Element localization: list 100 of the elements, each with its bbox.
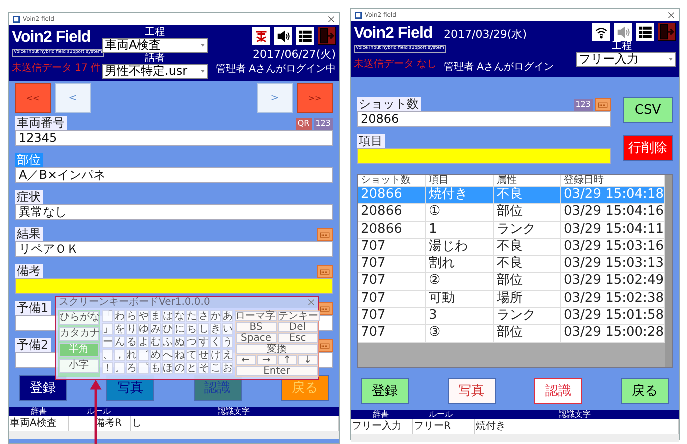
keyboard-key[interactable]: は: [162, 310, 173, 322]
mode-key[interactable]: カタカナ: [59, 327, 99, 341]
keyboard-key[interactable]: り: [126, 323, 137, 335]
action-button[interactable]: 登録: [19, 375, 67, 401]
keyboard-key[interactable]: ↓: [298, 355, 318, 365]
keyboard-key[interactable]: ろ: [126, 362, 137, 374]
keyboard-key[interactable]: →: [256, 355, 276, 365]
keyboard-key[interactable]: 「: [102, 310, 113, 322]
close-icon[interactable]: [668, 12, 675, 18]
text-field[interactable]: 異常なし: [15, 204, 333, 220]
action-button[interactable]: 戻る: [620, 378, 669, 404]
table-row[interactable]: 707 3 ランク 03/29 15:01:58: [358, 308, 665, 326]
table-row[interactable]: 707 割れ 不良 03/29 15:03:13: [358, 256, 665, 274]
keyboard-key[interactable]: ほ: [162, 362, 173, 374]
keyboard-key[interactable]: か: [210, 310, 221, 322]
toolbar-button[interactable]: [592, 23, 610, 41]
keyboard-key[interactable]: わ: [114, 310, 125, 322]
text-field[interactable]: [15, 278, 333, 294]
keyboard-key[interactable]: つ: [186, 336, 197, 348]
keyboard-key[interactable]: さ: [198, 310, 209, 322]
action-button[interactable]: 認識: [534, 378, 582, 404]
text-field[interactable]: 20866: [357, 111, 611, 127]
keyboard-key[interactable]: ，: [114, 349, 125, 361]
keyboard-key[interactable]: そ: [198, 362, 209, 374]
keyboard-key[interactable]: ぬ: [174, 336, 185, 348]
keyboard-key[interactable]: よ: [138, 336, 149, 348]
toolbar-button[interactable]: [274, 27, 292, 45]
dropdown[interactable]: 男性不特定.usr: [102, 64, 208, 79]
mode-key[interactable]: ひらがな: [59, 311, 99, 325]
mode-key[interactable]: 小字: [59, 359, 99, 373]
keyboard-key[interactable]: み: [150, 323, 161, 335]
keyboard-key[interactable]: け: [210, 349, 221, 361]
keyboard-key[interactable]: 変換: [236, 344, 318, 354]
keyboard-key[interactable]: ローマ字: [234, 311, 276, 321]
keyboard-key[interactable]: Space: [236, 333, 276, 343]
keyboard-key[interactable]: ゆ: [138, 323, 149, 335]
keyboard-key[interactable]: え: [222, 349, 233, 361]
keyboard-key[interactable]: し: [198, 323, 209, 335]
keyboard-key[interactable]: ん: [114, 336, 125, 348]
keyboard-key[interactable]: す: [198, 336, 209, 348]
keyboard-key[interactable]: ゜: [138, 362, 149, 374]
keyboard-key[interactable]: れ: [126, 349, 137, 361]
keyboard-key[interactable]: く: [210, 336, 221, 348]
keyboard-key[interactable]: ち: [186, 323, 197, 335]
keyboard-key[interactable]: 。: [114, 362, 125, 374]
keyboard-key[interactable]: に: [174, 323, 185, 335]
keyboard-key[interactable]: や: [138, 310, 149, 322]
keyboard-key[interactable]: ！: [102, 362, 113, 374]
keyboard-key[interactable]: な: [174, 310, 185, 322]
toolbar-button[interactable]: [636, 23, 654, 41]
text-field[interactable]: [357, 148, 611, 164]
keyboard-key[interactable]: こ: [210, 362, 221, 374]
keyboard-key[interactable]: ひ: [162, 323, 173, 335]
keyboard-key[interactable]: む: [150, 336, 161, 348]
keyboard-key[interactable]: Enter: [236, 366, 318, 376]
dropdown[interactable]: フリー入力: [576, 52, 676, 67]
action-button[interactable]: 登録: [361, 378, 409, 404]
keyboard-key[interactable]: ら: [126, 310, 137, 322]
keyboard-key[interactable]: ま: [150, 310, 161, 322]
keyboard-key[interactable]: た: [186, 310, 197, 322]
keyboard-key[interactable]: の: [174, 362, 185, 374]
keyboard-key[interactable]: て: [186, 349, 197, 361]
close-icon[interactable]: [328, 16, 335, 22]
keyboard-key[interactable]: い: [222, 323, 233, 335]
keyboard-key[interactable]: う: [222, 336, 233, 348]
keyboard-key[interactable]: ふ: [162, 336, 173, 348]
keyboard-key[interactable]: 、: [102, 349, 113, 361]
action-button[interactable]: 写真: [448, 378, 496, 404]
table-row[interactable]: 707 可動 場所 03/29 15:02:38: [358, 290, 665, 308]
dropdown[interactable]: 車両A検査: [102, 38, 208, 53]
keyboard-key[interactable]: ゛: [138, 349, 149, 361]
action-button[interactable]: 行削除: [623, 135, 673, 161]
keyboard-key[interactable]: め: [150, 349, 161, 361]
keyboard-key[interactable]: お: [222, 362, 233, 374]
keyboard-button[interactable]: [595, 98, 611, 111]
qr-button[interactable]: QR: [296, 118, 312, 130]
keyboard-key[interactable]: 」: [102, 323, 113, 335]
keyboard-key[interactable]: Del: [278, 322, 318, 332]
keyboard-key[interactable]: ね: [174, 349, 185, 361]
keyboard-key[interactable]: へ: [162, 349, 173, 361]
numpad-button[interactable]: 123: [314, 118, 333, 130]
keyboard-key[interactable]: あ: [222, 310, 233, 322]
table-row[interactable]: 20866 ① 部位 03/29 15:04:16: [358, 204, 665, 222]
keyboard-key[interactable]: ー: [102, 336, 113, 348]
keyboard-key[interactable]: ←: [236, 355, 256, 365]
keyboard-key[interactable]: と: [186, 362, 197, 374]
keyboard-key[interactable]: ↑: [278, 355, 298, 365]
keyboard-button[interactable]: [317, 265, 333, 278]
numpad-button[interactable]: 123: [574, 99, 593, 111]
keyboard-key[interactable]: る: [126, 336, 137, 348]
table-row[interactable]: 20866 1 ランク 03/29 15:04:11: [358, 222, 665, 239]
keyboard-key[interactable]: テンキー: [278, 311, 320, 321]
table-row[interactable]: 707 湯じわ 不良 03/29 15:03:16: [358, 238, 665, 256]
table-row[interactable]: 707 ③ 部位 03/29 15:00:28: [358, 325, 665, 343]
keyboard-key[interactable]: Esc: [278, 333, 318, 343]
keyboard-button[interactable]: [317, 228, 333, 241]
keyboard-key[interactable]: せ: [198, 349, 209, 361]
keyboard-key[interactable]: き: [210, 323, 221, 335]
action-button[interactable]: CSV: [623, 97, 673, 123]
text-field[interactable]: A／B×インパネ: [15, 167, 333, 183]
